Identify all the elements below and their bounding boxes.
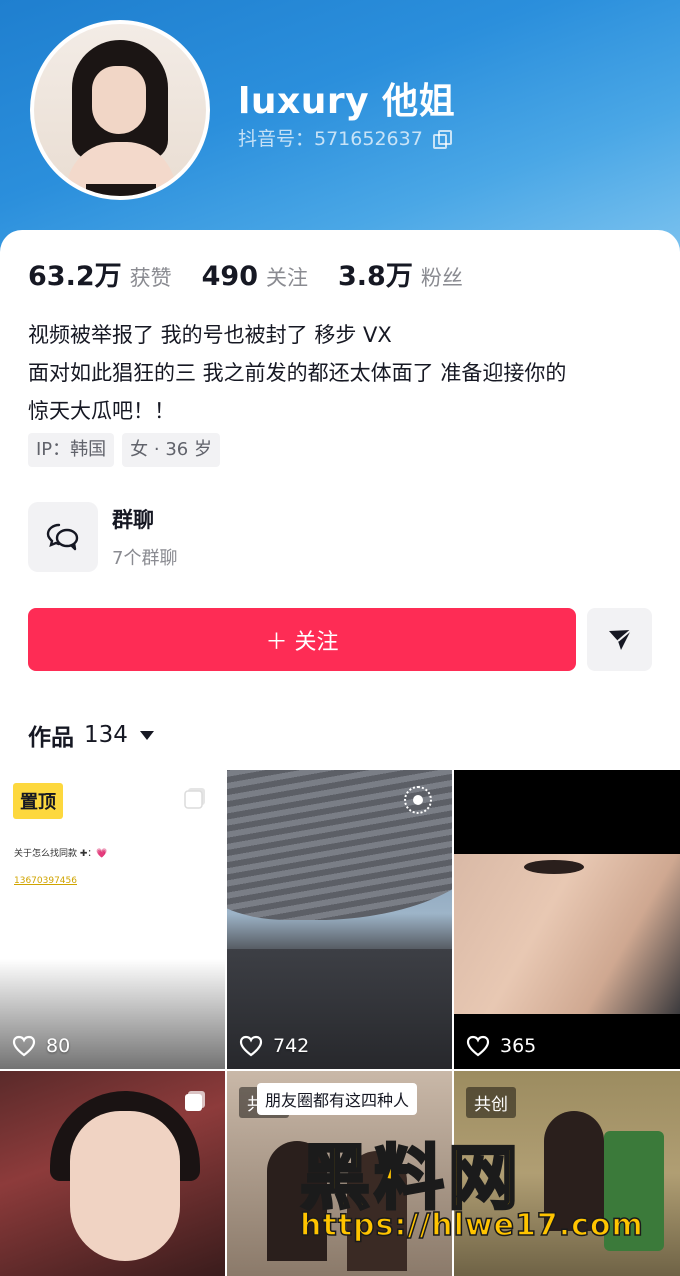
follow-button[interactable]: ＋ 关注 bbox=[28, 608, 576, 671]
tile-title: 朋友圈都有这四种人 bbox=[257, 1083, 418, 1115]
bio-line: 惊天大瓜吧！！ bbox=[28, 399, 175, 423]
send-icon bbox=[608, 628, 632, 650]
stats-row: 63.2万 获赞 490 关注 3.8万 粉丝 bbox=[28, 254, 493, 293]
profile-tags: IP：韩国 女 · 36 岁 bbox=[28, 433, 220, 467]
tile-text: 关于怎么找同款 ✚：💗 bbox=[14, 849, 108, 859]
like-count-value: 742 bbox=[273, 1035, 310, 1057]
live-photo-icon bbox=[404, 786, 432, 814]
group-chat-entry[interactable]: 群聊 7个群聊 bbox=[28, 502, 177, 572]
watermark-url: https://hlwe17.com bbox=[299, 1207, 644, 1244]
stat-following[interactable]: 490 关注 bbox=[202, 261, 308, 292]
tag-gender-age: 女 · 36 岁 bbox=[122, 433, 220, 467]
like-count-value: 365 bbox=[500, 1035, 537, 1057]
stat-value: 3.8万 bbox=[338, 261, 413, 292]
like-count: 365 bbox=[466, 1035, 536, 1057]
bio-line: 视频被举报了 我的号也被封了 移步 VX bbox=[28, 323, 392, 347]
stat-label: 粉丝 bbox=[420, 266, 463, 290]
video-tile[interactable] bbox=[0, 1071, 225, 1276]
video-tile[interactable]: 742 bbox=[227, 770, 452, 1069]
works-tab[interactable]: 作品 134 bbox=[28, 718, 154, 752]
stat-likes[interactable]: 63.2万 获赞 bbox=[28, 254, 172, 293]
douyin-id-text: 抖音号：571652637 bbox=[238, 128, 423, 150]
stat-label: 获赞 bbox=[129, 266, 172, 290]
avatar[interactable] bbox=[30, 20, 210, 200]
like-count: 80 bbox=[12, 1035, 70, 1057]
group-chat-title: 群聊 bbox=[112, 508, 154, 532]
video-tile[interactable]: 365 bbox=[454, 770, 680, 1069]
pinned-badge: 置顶 bbox=[13, 783, 63, 819]
stat-value: 63.2万 bbox=[28, 261, 122, 292]
bio: 视频被举报了 我的号也被封了 移步 VX 面对如此猖狂的三 我之前发的都还太体面… bbox=[28, 316, 658, 430]
heart-icon bbox=[466, 1035, 490, 1057]
like-count: 742 bbox=[239, 1035, 309, 1057]
video-tile[interactable]: 置顶 关于怎么找同款 ✚：💗 13670397456 80 bbox=[0, 770, 225, 1069]
multi-image-icon bbox=[185, 1091, 205, 1111]
group-chat-icon bbox=[28, 502, 98, 572]
works-count: 134 bbox=[84, 722, 128, 748]
tag-ip: IP：韩国 bbox=[28, 433, 115, 467]
heart-icon bbox=[239, 1035, 263, 1057]
douyin-id[interactable]: 抖音号：571652637 bbox=[238, 124, 452, 151]
bio-line: 面对如此猖狂的三 我之前发的都还太体面了 准备迎接你的 bbox=[28, 361, 567, 385]
username: luxury 他姐 bbox=[238, 81, 456, 122]
like-count-value: 80 bbox=[46, 1035, 71, 1057]
works-label: 作品 bbox=[28, 725, 74, 751]
tile-phone: 13670397456 bbox=[14, 876, 77, 886]
copy-icon[interactable] bbox=[432, 129, 452, 149]
profile-header: luxury 他姐 抖音号：571652637 bbox=[0, 0, 680, 260]
multi-image-icon bbox=[184, 788, 205, 809]
stat-followers[interactable]: 3.8万 粉丝 bbox=[338, 254, 463, 293]
stat-value: 490 bbox=[201, 261, 258, 292]
caret-down-icon bbox=[139, 730, 154, 740]
tile-photo bbox=[454, 854, 680, 1014]
share-button[interactable] bbox=[587, 608, 652, 671]
heart-icon bbox=[12, 1035, 36, 1057]
group-chat-count: 7个群聊 bbox=[112, 548, 178, 569]
stat-label: 关注 bbox=[266, 266, 308, 290]
co-create-tag: 共创 bbox=[466, 1087, 516, 1118]
avatar-photo bbox=[34, 24, 206, 196]
